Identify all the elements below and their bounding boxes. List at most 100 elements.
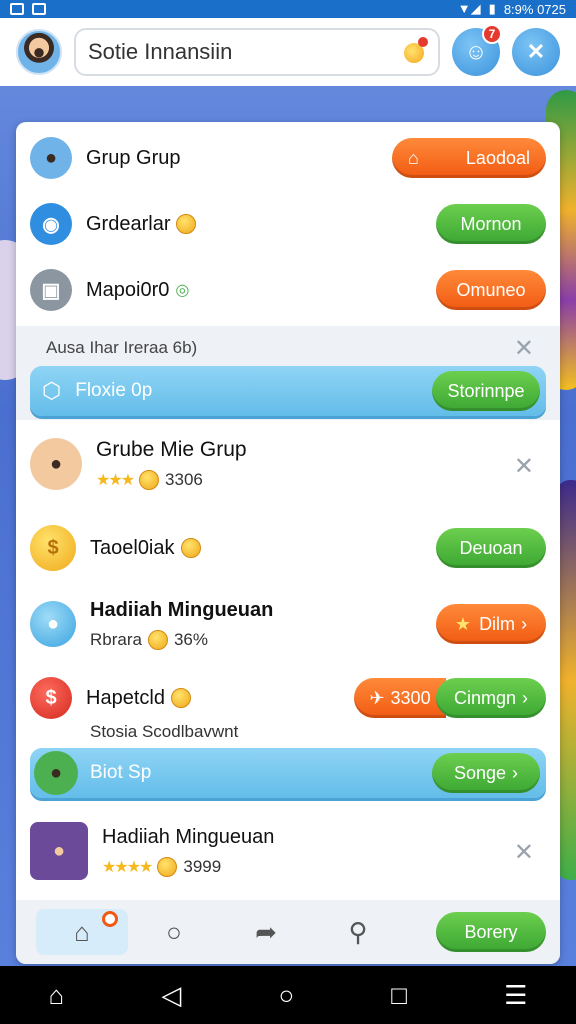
deuoan-button[interactable]: Deuoan xyxy=(436,528,546,568)
mornon-button[interactable]: Mornon xyxy=(436,204,546,244)
list-item[interactable]: $ Taoel0iak Deuoan xyxy=(16,520,560,576)
load-button-label: Laodoal xyxy=(465,147,530,168)
close-icon[interactable]: ✕ xyxy=(514,838,534,867)
deuoan-button-label: Deuoan xyxy=(459,537,523,558)
list-item[interactable]: ▣ Mapoi0r0 ◎ Omuneo xyxy=(16,264,560,316)
home-icon: ⌂ xyxy=(74,916,90,947)
system-nav-bar: ⌂ ◁ ○ □ ☰ xyxy=(0,966,576,1024)
omuneo-button[interactable]: Omuneo xyxy=(436,270,546,310)
coin-icon xyxy=(139,470,160,490)
sub-value: 36% xyxy=(173,629,208,649)
list-item[interactable]: ◉ Grdearlar Mornon xyxy=(16,198,560,250)
row-text-group: Grube Mie Grup ★★★ 3306 xyxy=(82,438,247,490)
group-list-panel: ● Grup Grup ⌂ Laodoal ◉ Grdearlar Mornon… xyxy=(16,122,560,964)
leaf-icon: ◎ xyxy=(175,282,190,299)
coin-icon xyxy=(157,856,178,877)
star-icon: ★ xyxy=(454,613,472,634)
search-text: Sotie Innansiin xyxy=(88,39,233,64)
section-heading: Stosia Scodlbavwnt xyxy=(90,722,239,741)
character-avatar: ● xyxy=(30,822,88,880)
banner-text: Biot Sp xyxy=(90,762,152,783)
search-field[interactable]: Sotie Innansiin xyxy=(74,28,440,76)
cinmgn-button[interactable]: Cinmgn › xyxy=(436,678,546,718)
share-button[interactable]: ✕ xyxy=(512,28,560,76)
image-icon xyxy=(10,3,24,15)
square-icon[interactable]: □ xyxy=(391,980,407,1011)
mornon-button-label: Mornon xyxy=(460,213,522,234)
face-icon: ☺ xyxy=(464,39,488,64)
close-icon[interactable]: ✕ xyxy=(514,452,534,481)
close-icon[interactable]: ✕ xyxy=(514,334,534,363)
coin-icon xyxy=(176,214,197,234)
storinnpe-button[interactable]: Storinnpe xyxy=(432,371,540,411)
banner-text: Floxie 0p xyxy=(75,380,153,401)
progress-line: Rbrara 36% xyxy=(90,629,273,650)
signal-icon: ▼◢ xyxy=(457,1,481,16)
list-item[interactable]: ● Hadiiah Mingueuan Rbrara 36% ★ Dilm › xyxy=(16,590,560,658)
coin-icon xyxy=(180,538,201,558)
row-title: Hadiiah Mingueuan xyxy=(102,825,275,848)
list-item[interactable]: ● Grube Mie Grup ★★★ 3306 ✕ xyxy=(16,430,560,498)
notification-icon xyxy=(32,3,46,15)
tab-home[interactable]: ⌂ xyxy=(36,909,128,955)
status-bar: ▼◢ ▮ 8:9% 0725 xyxy=(0,0,576,18)
menu-icon[interactable]: ☰ xyxy=(504,980,527,1011)
tab-profile[interactable]: ⚲ xyxy=(312,909,404,955)
chevron-right-icon: › xyxy=(512,762,519,783)
forward-icon: ➦ xyxy=(255,916,277,947)
tag-icon: ✈ xyxy=(369,687,385,708)
coin-icon xyxy=(170,688,191,708)
circle-icon: ○ xyxy=(166,916,182,947)
row-text-group: Hadiiah Mingueuan Rbrara 36% xyxy=(76,599,273,650)
status-time: 8:9% 0725 xyxy=(503,1,566,17)
songe-button[interactable]: Songe › xyxy=(432,753,540,793)
omuneo-button-label: Omuneo xyxy=(456,279,526,300)
rating-line: ★★★ 3306 xyxy=(96,470,247,490)
row-title: Grup Grup xyxy=(86,146,181,169)
cube-icon: ⬡ xyxy=(42,378,62,403)
bulb-icon[interactable] xyxy=(402,37,428,67)
emoji-button[interactable]: ☺ 7 xyxy=(452,24,502,76)
list-item[interactable]: ● Hadiiah Mingueuan ★★★★ 3999 ✕ xyxy=(16,816,560,886)
load-button[interactable]: ⌂ Laodoal xyxy=(392,138,546,178)
dilm-button[interactable]: ★ Dilm › xyxy=(436,604,546,644)
row-title: Hapetcld xyxy=(86,686,165,709)
row-title: Taoel0iak xyxy=(90,536,175,559)
borery-button-label: Borery xyxy=(464,921,518,942)
borery-button[interactable]: Borery xyxy=(436,912,546,952)
coin-icon xyxy=(147,629,168,650)
tab-share[interactable]: ➦ xyxy=(220,909,312,955)
section-band: Ausa Ihar Ireraa 6b) ✕ ⬡ Floxie 0p Stori… xyxy=(16,326,560,420)
notification-dot xyxy=(102,911,118,927)
status-left xyxy=(10,3,46,15)
section-banner[interactable]: ⬡ Floxie 0p Storinnpe xyxy=(30,366,546,416)
row-title: Grube Mie Grup xyxy=(96,438,247,461)
home-icon: ⌂ xyxy=(408,147,419,168)
tab-circle[interactable]: ○ xyxy=(128,909,220,955)
list-item[interactable]: ● Grup Grup ⌂ Laodoal xyxy=(16,132,560,184)
character-avatar: ● xyxy=(34,751,78,795)
price-tag: ✈ 3300 xyxy=(354,678,446,718)
droplet-icon: ● xyxy=(30,601,76,647)
songe-button-label: Songe xyxy=(453,762,507,783)
speaker-icon: ▣ xyxy=(30,269,72,311)
dollar-icon: $ xyxy=(30,677,72,719)
circle-icon[interactable]: ○ xyxy=(278,980,294,1011)
dilm-button-label: Dilm xyxy=(479,613,516,634)
price-value: 3300 xyxy=(390,687,431,708)
section-heading: Ausa Ihar Ireraa 6b) xyxy=(46,338,198,357)
app-header: ● Sotie Innansiin ☺ 7 ✕ xyxy=(0,18,576,86)
notification-badge: 7 xyxy=(482,24,502,44)
list-item[interactable]: $ Hapetcld ✈ 3300 Cinmgn › xyxy=(16,672,560,724)
coin-icon: $ xyxy=(30,525,76,571)
rating-line: ★★★★ 3999 xyxy=(102,856,274,877)
user-avatar-icon: ● xyxy=(30,137,72,179)
cinmgn-button-label: Cinmgn xyxy=(453,687,517,708)
back-icon[interactable]: ◁ xyxy=(161,980,181,1011)
profile-avatar[interactable]: ● xyxy=(16,29,62,75)
sub-label: Rbrara xyxy=(90,629,142,649)
rating-value: 3999 xyxy=(183,856,222,876)
section-banner[interactable]: ● Biot Sp Songe › xyxy=(30,748,546,798)
home-icon[interactable]: ⌂ xyxy=(49,980,65,1011)
row-title: Mapoi0r0 xyxy=(86,278,170,301)
